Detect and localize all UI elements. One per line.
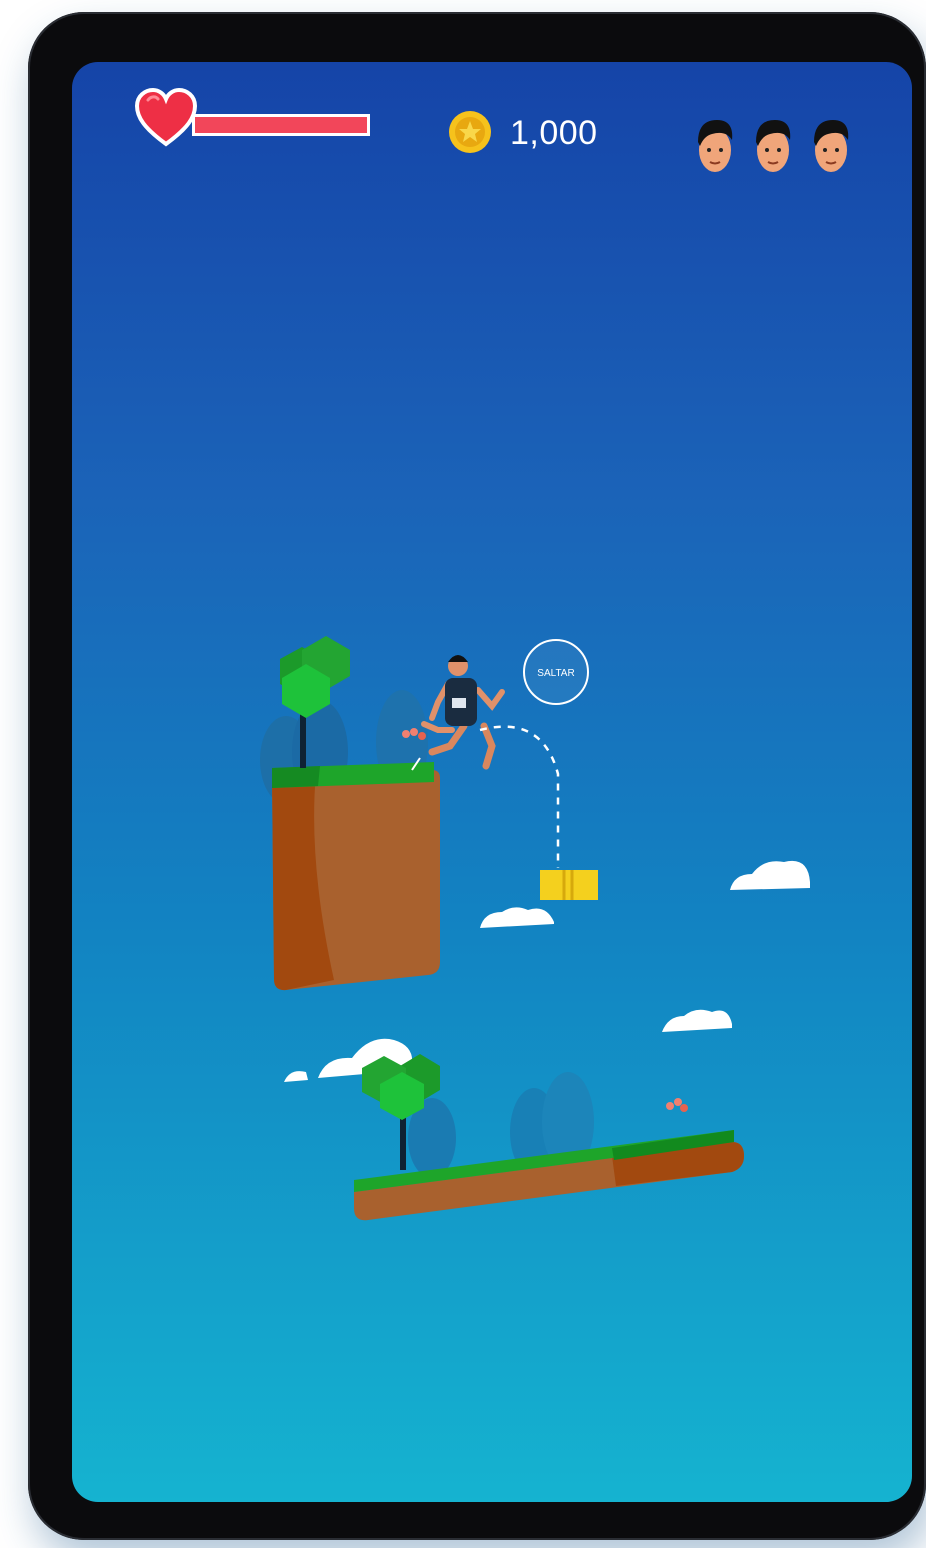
target-block [540,870,598,900]
game-scene: SALTAR [260,636,810,1221]
jump-button-label: SALTAR [537,668,574,679]
critter-lower [666,1098,688,1112]
game-screen[interactable]: 1,000 SALTAR [72,62,912,1502]
jump-button[interactable]: SALTAR [523,639,589,705]
upper-island [272,762,440,991]
